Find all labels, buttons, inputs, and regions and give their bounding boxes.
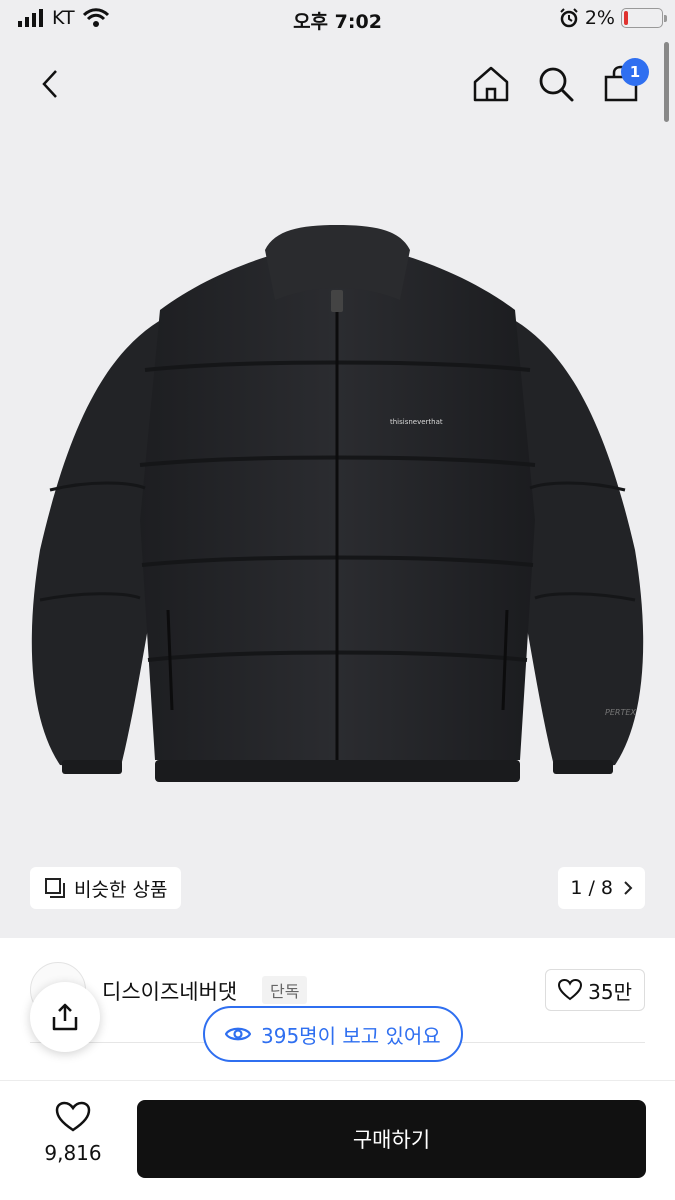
live-viewers-text: 395명이 보고 있어요 <box>261 1023 441 1048</box>
similar-products-label: 비슷한 상품 <box>74 878 168 901</box>
similar-icon <box>45 878 65 898</box>
cart-button[interactable]: 1 <box>599 58 649 106</box>
live-viewers-pill: 395명이 보고 있어요 <box>203 1006 463 1062</box>
chevron-left-icon <box>42 70 57 98</box>
search-button[interactable] <box>534 62 578 106</box>
search-icon <box>539 67 574 102</box>
top-navigation: 1 <box>0 50 675 120</box>
exclusive-badge: 단독 <box>262 976 308 1004</box>
wishlist-count: 9,816 <box>44 1141 102 1165</box>
bottom-action-bar: 9,816 구매하기 <box>0 1080 675 1200</box>
home-icon <box>473 66 509 102</box>
alarm-icon <box>560 8 578 28</box>
product-logo-text: thisisneverthat <box>390 418 443 426</box>
shop-like-count: 35만 <box>588 979 632 1004</box>
battery-icon <box>621 8 667 28</box>
battery-percent: 2% <box>584 7 615 29</box>
shop-like-button[interactable]: 35만 <box>545 969 645 1011</box>
battery-level <box>624 11 628 25</box>
product-image: thisisneverthat PERTEX <box>31 225 644 782</box>
product-detail-page: thisisneverthat PERTEX 비슷한 상품 1 / 8 KT 오… <box>0 0 675 1200</box>
share-button[interactable] <box>30 982 100 1052</box>
chevron-right-icon <box>624 881 633 895</box>
image-page-indicator[interactable]: 1 / 8 <box>558 867 645 909</box>
eye-icon <box>225 1027 251 1041</box>
product-image-gallery[interactable]: thisisneverthat PERTEX 비슷한 상품 1 / 8 <box>0 0 675 938</box>
heart-icon <box>558 979 583 1001</box>
heart-icon <box>55 1101 91 1132</box>
shop-name[interactable]: 디스이즈네버댓 <box>102 976 237 1006</box>
home-button[interactable] <box>469 62 513 106</box>
cart-count-badge: 1 <box>621 58 649 86</box>
sleeve-text: PERTEX <box>605 708 636 717</box>
similar-products-button[interactable]: 비슷한 상품 <box>30 867 182 909</box>
buy-button[interactable]: 구매하기 <box>137 1100 646 1178</box>
status-right: 2% <box>559 7 667 29</box>
wishlist-button[interactable]: 9,816 <box>28 1101 118 1165</box>
back-button[interactable] <box>28 62 72 106</box>
page-indicator-text: 1 / 8 <box>570 877 613 899</box>
share-icon <box>52 1003 78 1031</box>
status-bar: KT 오후 7:02 2% <box>0 0 675 40</box>
